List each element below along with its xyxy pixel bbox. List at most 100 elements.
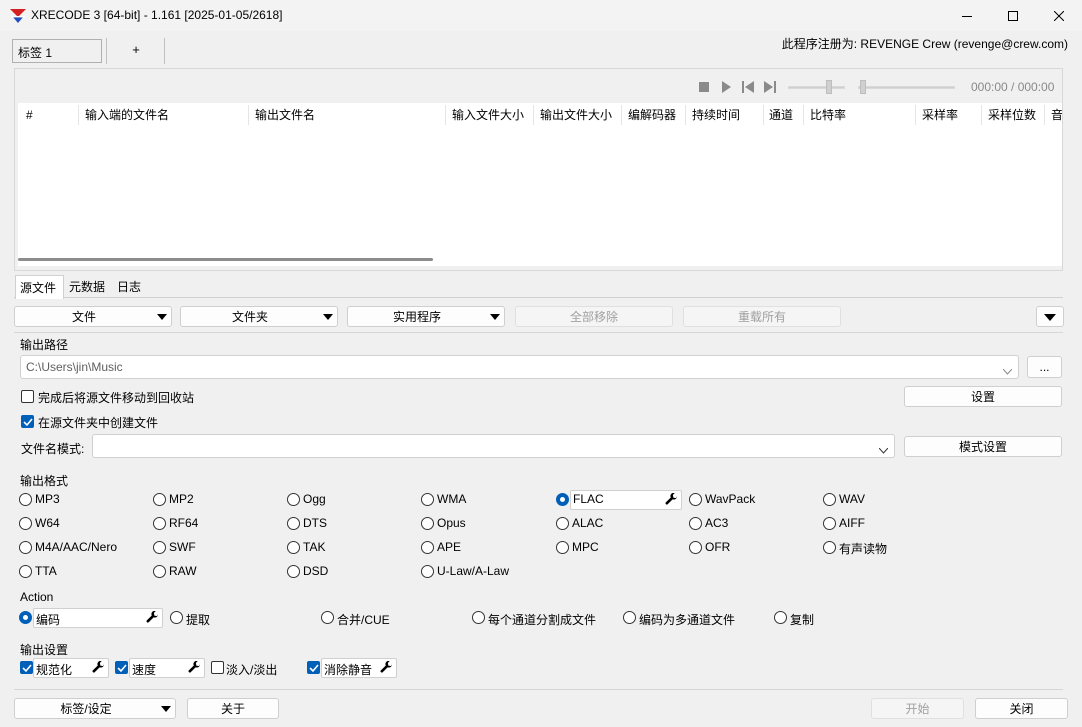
- tabs-settings-dropdown-button[interactable]: 标签/设定: [14, 698, 176, 719]
- remove-silence-checkbox[interactable]: [307, 661, 320, 674]
- volume-slider-thumb[interactable]: [826, 80, 832, 94]
- format-1-2-radio[interactable]: [287, 517, 300, 530]
- format-1-1-radio[interactable]: [153, 517, 166, 530]
- reload-all-button[interactable]: 重载所有: [683, 306, 841, 327]
- format-0-5-radio[interactable]: [689, 493, 702, 506]
- close-window-button[interactable]: [1036, 0, 1082, 31]
- tab-source-files[interactable]: 源文件: [15, 275, 64, 299]
- column-header-duration[interactable]: 持续时间: [686, 103, 740, 127]
- filename-pattern-combo[interactable]: [92, 434, 895, 458]
- format-2-6-radio[interactable]: [823, 541, 836, 554]
- seek-slider-thumb[interactable]: [860, 80, 866, 94]
- create-in-source-checkbox[interactable]: [21, 415, 34, 428]
- column-header-sample-rate[interactable]: 采样率: [916, 103, 958, 127]
- format-3-1-radio[interactable]: [153, 565, 166, 578]
- pattern-settings-button[interactable]: 模式设置: [904, 436, 1062, 457]
- format-2-0-label: M4A/AAC/Nero: [35, 540, 118, 554]
- column-header-index[interactable]: #: [20, 103, 33, 127]
- volume-slider[interactable]: [788, 86, 845, 89]
- action-radio-extract[interactable]: [170, 611, 183, 624]
- close-button[interactable]: 关闭: [975, 698, 1068, 719]
- format-1-6-radio[interactable]: [823, 517, 836, 530]
- format-0-0-radio[interactable]: [19, 493, 32, 506]
- fade-checkbox[interactable]: [211, 661, 224, 674]
- format-0-3-radio[interactable]: [421, 493, 434, 506]
- folder-dropdown-button[interactable]: 文件夹: [180, 306, 338, 327]
- wrench-icon[interactable]: [665, 492, 679, 507]
- previous-icon[interactable]: [742, 81, 754, 96]
- next-icon[interactable]: [764, 81, 776, 96]
- column-header-output-name[interactable]: 输出文件名: [249, 103, 315, 127]
- fade-label: 淡入/淡出: [226, 663, 278, 677]
- column-header-bitrate[interactable]: 比特率: [804, 103, 846, 127]
- action-radio-merge-cue[interactable]: [321, 611, 334, 624]
- format-1-3-radio[interactable]: [421, 517, 434, 530]
- utility-dropdown-button[interactable]: 实用程序: [347, 306, 505, 327]
- checkmark-icon: [23, 418, 33, 427]
- action-label-extract: 提取: [186, 613, 211, 627]
- wrench-icon[interactable]: [380, 660, 394, 675]
- action-radio-copy[interactable]: [774, 611, 787, 624]
- format-3-3-radio[interactable]: [421, 565, 434, 578]
- move-to-recycle-checkbox[interactable]: [21, 390, 34, 403]
- output-settings-title: 输出设置: [20, 643, 69, 657]
- format-3-2-radio[interactable]: [287, 565, 300, 578]
- format-1-0-radio[interactable]: [19, 517, 32, 530]
- browse-button[interactable]: ...: [1027, 356, 1062, 378]
- format-2-0-radio[interactable]: [19, 541, 32, 554]
- chevron-down-icon: [486, 313, 504, 320]
- play-icon[interactable]: [721, 81, 731, 96]
- file-button-label: 文件: [71, 310, 96, 324]
- format-2-1-radio[interactable]: [153, 541, 166, 554]
- output-path-combo[interactable]: C:\Users\jin\Music: [20, 355, 1019, 379]
- horizontal-scrollbar[interactable]: [18, 258, 433, 261]
- format-0-2-radio[interactable]: [287, 493, 300, 506]
- wrench-icon[interactable]: [146, 610, 160, 625]
- format-0-6-radio[interactable]: [823, 493, 836, 506]
- column-header-output-size[interactable]: 输出文件大小: [534, 103, 612, 127]
- tab-1[interactable]: 标签 1: [12, 39, 102, 63]
- tab-log[interactable]: 日志: [113, 275, 145, 297]
- action-radio-encode[interactable]: [19, 611, 32, 624]
- format-0-1-radio[interactable]: [153, 493, 166, 506]
- about-button[interactable]: 关于: [187, 698, 279, 719]
- more-options-button[interactable]: [1036, 306, 1064, 327]
- column-header-codec[interactable]: 编解码器: [622, 103, 676, 127]
- maximize-button[interactable]: [990, 0, 1036, 31]
- minimize-button[interactable]: [944, 0, 990, 31]
- output-path-value: C:\Users\jin\Music: [26, 360, 123, 374]
- action-radio-multichannel[interactable]: [623, 611, 636, 624]
- add-tab-button[interactable]: +: [128, 42, 144, 57]
- stop-icon[interactable]: [699, 82, 709, 92]
- normalize-checkbox[interactable]: [20, 661, 33, 674]
- format-3-0-radio[interactable]: [19, 565, 32, 578]
- column-header-channels[interactable]: 通道: [763, 103, 793, 127]
- speed-checkbox[interactable]: [115, 661, 128, 674]
- column-header-bit-depth[interactable]: 采样位数: [982, 103, 1036, 127]
- column-header-input-name[interactable]: 输入端的文件名: [79, 103, 169, 127]
- format-2-2-radio[interactable]: [287, 541, 300, 554]
- format-1-5-radio[interactable]: [689, 517, 702, 530]
- format-2-3-radio[interactable]: [421, 541, 434, 554]
- format-0-6-label: WAV: [839, 492, 865, 506]
- file-dropdown-button[interactable]: 文件: [14, 306, 172, 327]
- wrench-icon[interactable]: [92, 660, 106, 675]
- chevron-down-icon: [153, 313, 171, 320]
- format-0-4-radio[interactable]: [556, 493, 569, 506]
- settings-button[interactable]: 设置: [904, 386, 1062, 407]
- tab-metadata[interactable]: 元数据: [65, 275, 109, 297]
- action-radio-split-channels[interactable]: [472, 611, 485, 624]
- format-1-4-radio[interactable]: [556, 517, 569, 530]
- remove-all-button[interactable]: 全部移除: [515, 306, 673, 327]
- column-header-input-size[interactable]: 输入文件大小: [446, 103, 524, 127]
- window-title: XRECODE 3 [64-bit] - 1.161 [2025-01-05/2…: [31, 8, 283, 22]
- seek-slider[interactable]: [858, 86, 955, 89]
- file-list[interactable]: # 输入端的文件名 输出文件名 输入文件大小 输出文件大小 编解码器 持续时间 …: [18, 103, 1062, 266]
- column-header-more[interactable]: 音: [1045, 103, 1062, 127]
- format-2-5-radio[interactable]: [689, 541, 702, 554]
- wrench-icon[interactable]: [188, 660, 202, 675]
- time-display: 000:00 / 000:00: [971, 80, 1055, 94]
- format-2-4-radio[interactable]: [556, 541, 569, 554]
- tab-divider: [164, 38, 165, 64]
- start-button[interactable]: 开始: [871, 698, 964, 719]
